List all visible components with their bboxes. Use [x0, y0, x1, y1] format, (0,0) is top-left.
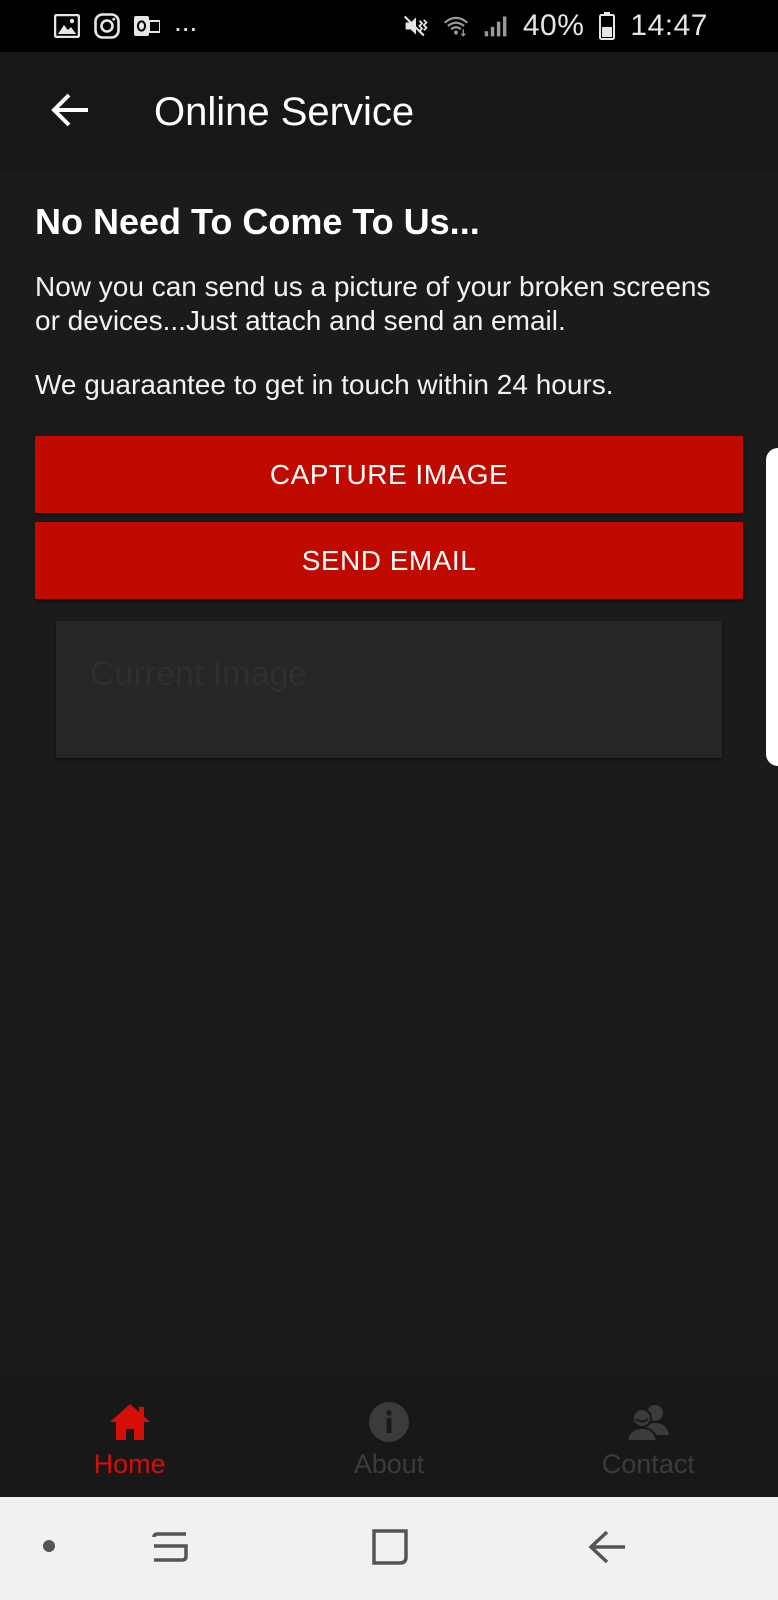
outlook-icon: [134, 13, 160, 39]
headline: No Need To Come To Us...: [35, 201, 480, 242]
signal-icon: [483, 13, 509, 39]
nav-label-about: About: [353, 1448, 425, 1479]
bottom-navigation: Home About Contact: [0, 1375, 778, 1497]
capture-image-button[interactable]: CAPTURE IMAGE: [35, 436, 743, 513]
home-square-icon: [371, 1528, 409, 1571]
send-email-button[interactable]: SEND EMAIL: [35, 522, 743, 599]
status-bar: ... 40% 14:47: [0, 0, 778, 52]
description-text: Now you can send us a picture of your br…: [35, 271, 711, 336]
status-right: 40% 14:47: [403, 9, 708, 43]
nav-label-home: Home: [93, 1448, 166, 1479]
nav-item-home[interactable]: Home: [0, 1375, 259, 1497]
clock: 14:47: [630, 9, 708, 42]
arrow-left-icon: [50, 92, 90, 133]
main-content: No Need To Come To Us... Now you can sen…: [35, 198, 743, 758]
system-back-button[interactable]: [585, 1527, 629, 1571]
dot-indicator-button[interactable]: [38, 1537, 60, 1559]
battery-icon: [598, 12, 616, 40]
current-image-preview: Current Image: [56, 621, 722, 758]
back-button[interactable]: [30, 72, 110, 152]
app-bar: Online Service: [0, 52, 778, 172]
contact-icon: [625, 1399, 671, 1445]
nav-item-about[interactable]: About: [259, 1375, 518, 1497]
recent-apps-icon: [151, 1528, 189, 1571]
mute-icon: [403, 13, 429, 39]
nav-label-contact: Contact: [601, 1448, 695, 1479]
guarantee-text: We guaraantee to get in touch within 24 …: [35, 369, 614, 400]
dot-icon: [42, 1539, 56, 1558]
wifi-icon: [443, 13, 469, 39]
home-icon: [107, 1399, 153, 1445]
instagram-icon: [94, 13, 120, 39]
back-arrow-icon: [587, 1528, 627, 1571]
status-left: ...: [54, 6, 197, 39]
screen: ... 40% 14:47 Online Service No Need To …: [0, 0, 778, 1600]
more-notifications-indicator: ...: [174, 6, 198, 37]
nav-item-contact[interactable]: Contact: [519, 1375, 778, 1497]
page-title: Online Service: [154, 89, 415, 134]
system-navigation-bar: [0, 1497, 778, 1600]
current-image-label: Current Image: [90, 655, 308, 693]
battery-percent: 40%: [522, 9, 585, 42]
info-icon: [366, 1399, 412, 1445]
edge-panel-handle[interactable]: [766, 448, 778, 766]
recent-apps-button[interactable]: [148, 1527, 192, 1571]
home-system-button[interactable]: [368, 1527, 412, 1571]
gallery-icon: [54, 13, 80, 39]
